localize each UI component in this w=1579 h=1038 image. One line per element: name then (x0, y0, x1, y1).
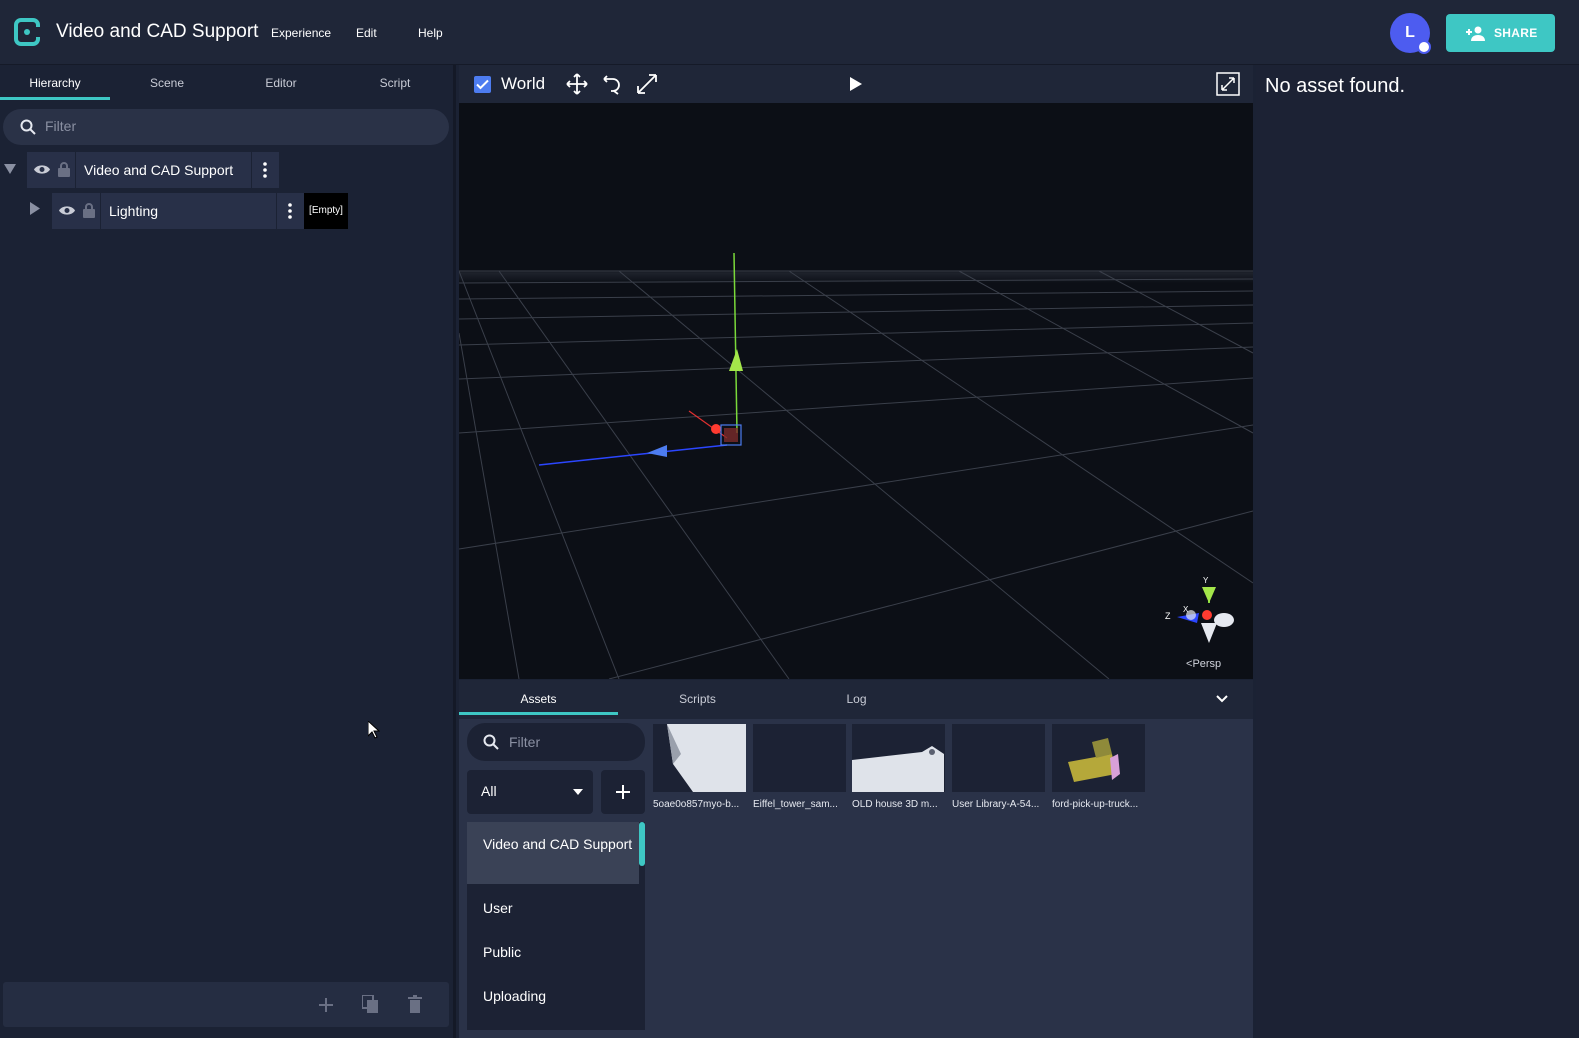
no-asset-message: No asset found. (1265, 75, 1406, 97)
lock-icon[interactable] (83, 203, 95, 218)
asset-label: ford-pick-up-truck... (1052, 799, 1139, 810)
scale-icon[interactable] (636, 73, 658, 95)
tab-log[interactable]: Log (777, 680, 936, 715)
tab-scripts[interactable]: Scripts (618, 680, 777, 715)
delete-icon[interactable] (408, 995, 422, 1013)
library-item-user[interactable]: User (467, 898, 639, 918)
asset-label: OLD house 3D m... (852, 799, 938, 810)
add-asset-button[interactable] (601, 770, 645, 814)
hierarchy-panel: Hierarchy Scene Editor Script Filter Vid… (0, 65, 456, 1038)
asset-thumbnail[interactable] (952, 724, 1045, 792)
app-logo-icon[interactable] (14, 18, 40, 46)
tab-editor[interactable]: Editor (224, 65, 338, 100)
library-item-uploading[interactable]: Uploading (467, 986, 639, 1006)
more-vert-icon[interactable] (263, 162, 267, 178)
avatar-badge-icon (1417, 40, 1431, 54)
duplicate-icon[interactable] (362, 995, 379, 1014)
world-label: World (501, 74, 546, 93)
chevron-down-icon[interactable] (1216, 695, 1228, 703)
world-checkbox[interactable] (474, 76, 491, 93)
app-title: Video and CAD Support (56, 21, 259, 42)
orientation-gizmo[interactable] (1177, 587, 1234, 643)
asset-thumbnail[interactable] (653, 724, 746, 792)
tab-hierarchy[interactable]: Hierarchy (0, 65, 110, 100)
scene-viewport[interactable]: Y Z X <Persp (459, 103, 1253, 679)
gizmo-x-label: X (1183, 605, 1189, 614)
menu-edit[interactable]: Edit (356, 26, 377, 40)
tree-node-label: Lighting (109, 203, 159, 219)
assets-tabs: Assets Scripts Log (459, 680, 1253, 719)
play-icon[interactable] (850, 77, 862, 91)
camera-mode-label: Persp (1192, 658, 1222, 670)
library-list: Video and CAD Support User Public Upload… (467, 822, 645, 1030)
tab-assets[interactable]: Assets (459, 680, 618, 715)
eye-icon[interactable] (34, 164, 50, 175)
asset-label: Eiffel_tower_sam... (753, 799, 838, 810)
gizmo-y-label: Y (1203, 576, 1209, 585)
tab-scene[interactable]: Scene (110, 65, 224, 100)
menu-experience[interactable]: Experience (271, 26, 331, 40)
library-item-project[interactable]: Video and CAD Support (467, 822, 639, 884)
tree-node-root[interactable]: Video and CAD Support (27, 152, 279, 188)
viewport-toolbar: World (459, 65, 1253, 103)
check-icon (476, 79, 489, 90)
tree-node-label: Video and CAD Support (84, 162, 234, 178)
expand-caret-icon[interactable] (30, 202, 40, 215)
lock-icon[interactable] (58, 162, 70, 177)
asset-label: User Library-A-54... (952, 799, 1040, 810)
asset-thumbnail[interactable] (852, 724, 945, 792)
add-icon (616, 785, 630, 799)
empty-tag-badge: [Empty] (304, 193, 348, 229)
left-tabs: Hierarchy Scene Editor Script (0, 65, 456, 100)
more-vert-icon[interactable] (288, 203, 292, 219)
eye-icon[interactable] (59, 205, 75, 216)
search-icon (483, 734, 499, 750)
tab-script[interactable]: Script (338, 65, 452, 100)
fullscreen-icon[interactable] (1216, 72, 1240, 96)
mouse-cursor-icon (368, 721, 380, 739)
hierarchy-actions-bar (3, 982, 449, 1027)
add-people-icon (1466, 26, 1485, 41)
assets-panel: Filter All Video and CAD Support User Pu… (459, 719, 1253, 1038)
tree-node-lighting[interactable]: Lighting (52, 193, 304, 229)
menu-help[interactable]: Help (418, 26, 443, 40)
scene-grid (459, 252, 1253, 679)
share-button[interactable]: SHARE (1446, 14, 1555, 52)
filter-placeholder: Filter (509, 734, 541, 750)
assets-filter-input[interactable]: Filter (467, 723, 645, 761)
library-item-public[interactable]: Public (467, 942, 639, 962)
move-icon[interactable] (566, 73, 588, 95)
camera-mode-toggle[interactable]: <Persp (1186, 658, 1221, 670)
asset-inspector-panel: No asset found. (1256, 65, 1579, 1038)
top-bar: Video and CAD Support Experience Edit He… (0, 0, 1579, 65)
share-label: SHARE (1494, 26, 1538, 40)
select-value: All (481, 783, 497, 799)
asset-thumbnail[interactable] (753, 724, 846, 792)
asset-thumbnail[interactable] (1052, 724, 1145, 792)
gizmo-z-label: Z (1165, 611, 1171, 621)
rotate-icon[interactable] (600, 73, 622, 95)
hierarchy-filter-input[interactable]: Filter (3, 109, 449, 145)
dropdown-arrow-icon (573, 789, 583, 795)
add-icon[interactable] (319, 998, 333, 1012)
search-icon (20, 119, 36, 135)
library-filter-select[interactable]: All (467, 770, 593, 814)
library-scrollbar[interactable] (639, 822, 645, 866)
asset-label: 5oae0o857myo-b... (653, 799, 740, 810)
filter-placeholder: Filter (45, 118, 77, 134)
collapse-caret-icon[interactable] (4, 164, 16, 174)
